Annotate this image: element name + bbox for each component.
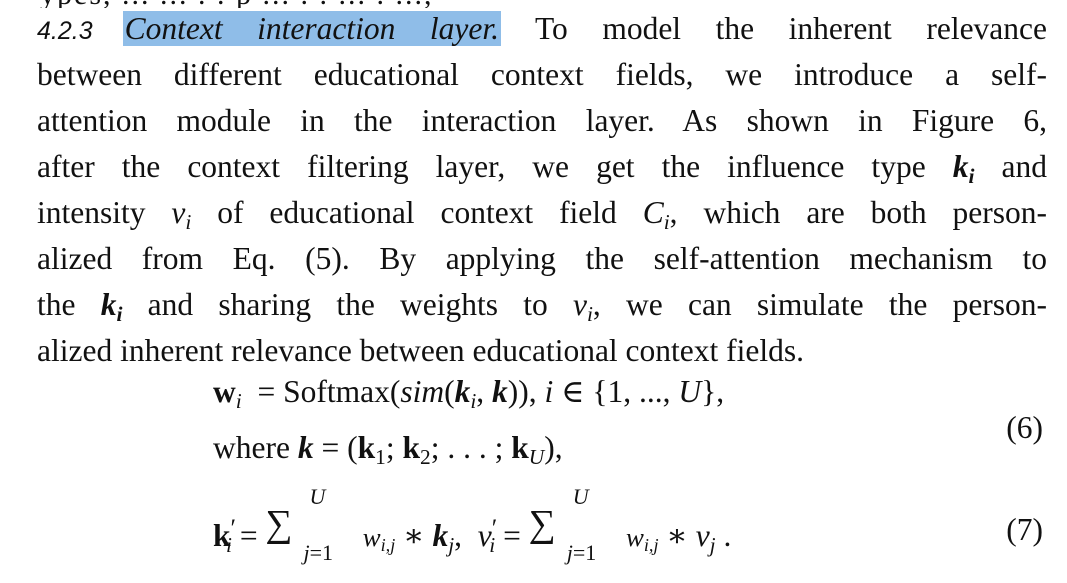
text-run: after the context filtering layer, we ge…	[37, 149, 926, 184]
text-run: between different educational context fi…	[37, 57, 1047, 92]
math-v-i: vi	[171, 195, 192, 234]
text-run: attention module in the interaction laye…	[37, 103, 1047, 138]
text-run: of educational context field	[217, 195, 617, 230]
sum-symbol: ∑ Uj=1	[528, 484, 597, 565]
equation-number-6: (6)	[1006, 410, 1043, 445]
paragraph-line-1: 4.2.3 Context interaction layer. To model…	[37, 6, 1047, 54]
math-k-i: ki	[952, 149, 975, 188]
text-run: and sharing the weights to	[147, 287, 548, 322]
sum-symbol: ∑ Uj=1	[265, 484, 334, 565]
paragraph-line-3: attention module in the interaction laye…	[37, 98, 1047, 144]
math-w-i: wi	[213, 374, 242, 413]
paragraph-line-7: the ki and sharing the weights to vi, we…	[37, 282, 1047, 328]
paragraph-line-2: between different educational context fi…	[37, 52, 1047, 98]
equation-number-7: (7)	[1006, 512, 1043, 547]
text-run: intensity	[37, 195, 146, 230]
where-label: where	[213, 430, 290, 465]
paragraph-line-8: alized inherent relevance between educat…	[37, 328, 1047, 374]
math-c-i: Ci	[642, 195, 670, 234]
section-title[interactable]: Context interaction layer.	[122, 11, 501, 46]
text-run: the	[37, 287, 76, 322]
math-k-i: ki	[100, 287, 123, 326]
text-run: alized from Eq. (5). By applying the sel…	[37, 241, 1047, 276]
equation-7: k′i = ∑ Uj=1 wi,j ∗ kj, v′i = ∑ Uj=1 wi,j …	[213, 484, 732, 565]
text-run: , which are both person-	[669, 195, 1048, 230]
equation-6-line-2: where k = (k1; k2; . . . ; kU),	[213, 430, 563, 469]
text-run: and	[1001, 149, 1048, 184]
text-run: , we can simulate the person-	[592, 287, 1048, 322]
math-v-i: vi	[572, 287, 593, 326]
text-run: alized inherent relevance between educat…	[37, 333, 804, 368]
paragraph-line-5: intensity vi of educational context fiel…	[37, 190, 1047, 236]
paragraph-line-4: after the context filtering layer, we ge…	[37, 144, 1047, 190]
equation-6-line-1: wi = Softmax(sim(ki, k)), i ∈ {1, ..., U…	[213, 374, 725, 413]
section-number: 4.2.3	[37, 17, 93, 45]
paragraph-line-6: alized from Eq. (5). By applying the sel…	[37, 236, 1047, 282]
text-run: To model the inherent relevance	[534, 11, 1047, 46]
